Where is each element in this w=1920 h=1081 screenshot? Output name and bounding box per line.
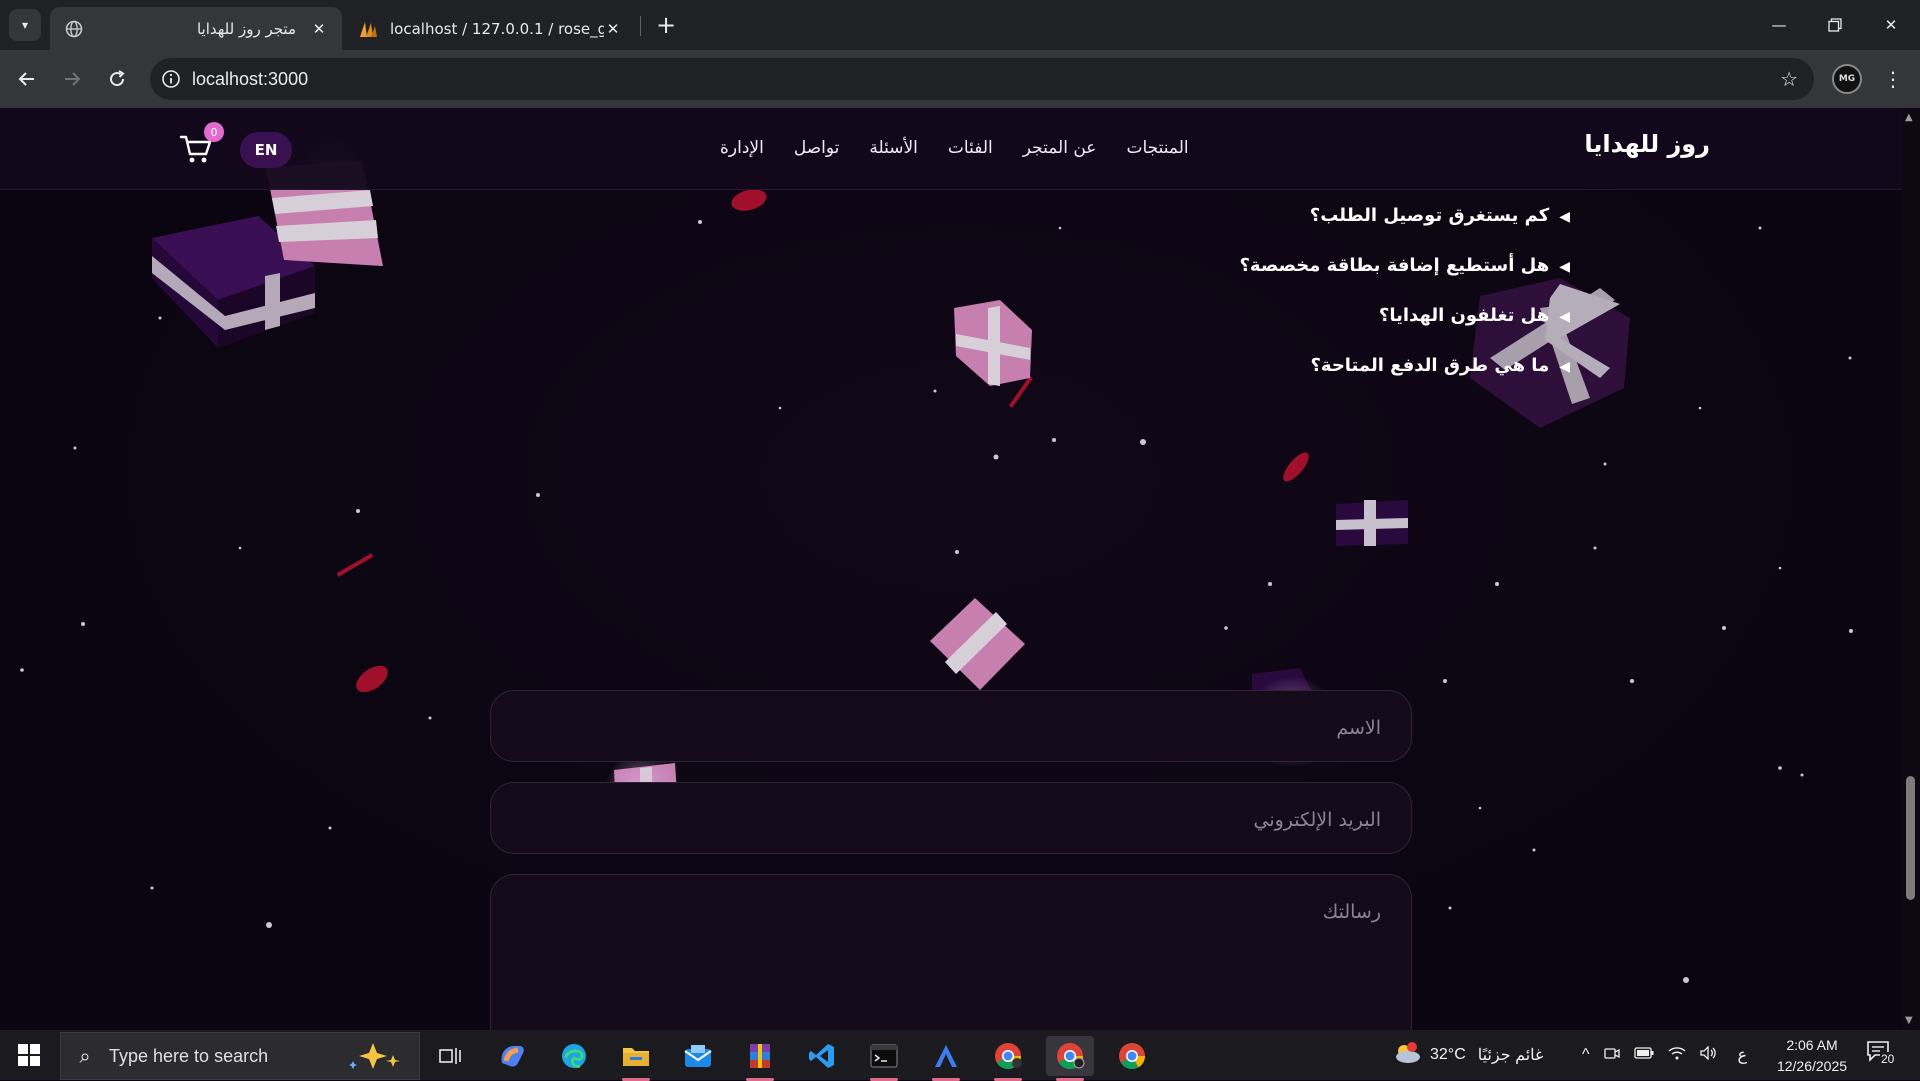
- clock-date: 12/26/2025: [1776, 1058, 1848, 1074]
- edge-icon[interactable]: [550, 1036, 598, 1076]
- windows-logo-icon: [18, 1044, 40, 1066]
- nav-contact[interactable]: تواصل: [794, 138, 840, 158]
- profile-avatar[interactable]: MG: [1832, 64, 1862, 94]
- caret-icon: ◀: [1559, 259, 1570, 275]
- reload-button[interactable]: [100, 62, 134, 96]
- vscode-icon[interactable]: [798, 1036, 846, 1076]
- battery-icon[interactable]: [1633, 1046, 1654, 1064]
- windows-start-button[interactable]: [0, 1030, 58, 1080]
- chrome-icon[interactable]: [1108, 1036, 1156, 1076]
- tab-phpmyadmin[interactable]: localhost / 127.0.0.1 / rose_gifts ✕: [344, 7, 636, 50]
- globe-icon: [64, 19, 84, 39]
- gift-box-pink-2: [954, 300, 1032, 386]
- main-nav: المنتجات عن المتجر الفئات الأسئلة تواصل …: [720, 138, 1189, 158]
- restore-button[interactable]: [1806, 0, 1864, 50]
- restore-icon: [1828, 18, 1842, 32]
- caret-icon: ◀: [1559, 309, 1570, 325]
- clock-time: 2:06 AM: [1786, 1037, 1838, 1053]
- site-logo[interactable]: روز للهدايا: [1584, 130, 1710, 158]
- minimize-button[interactable]: —: [1750, 0, 1808, 50]
- tab-search-button[interactable]: ▾: [9, 9, 41, 41]
- faq-list: ◀كم يستغرق توصيل الطلب؟ ◀هل أستطيع إضافة…: [1239, 204, 1570, 404]
- taskbar-clock[interactable]: 2:06 AM 12/26/2025: [1770, 1035, 1854, 1077]
- weather-text: غائم جزئيًا: [1477, 1047, 1544, 1064]
- language-toggle-button[interactable]: EN: [240, 132, 292, 168]
- page-scrollbar[interactable]: ▲ ▼: [1902, 108, 1920, 1030]
- task-view-icon[interactable]: [426, 1036, 474, 1076]
- windows-taskbar: ⌕ Type here to search 32°C غائم جزئيًا ^…: [0, 1030, 1920, 1081]
- a-app-icon[interactable]: [922, 1036, 970, 1081]
- faq-item[interactable]: ◀كم يستغرق توصيل الطلب؟: [1239, 204, 1570, 254]
- cart-count-badge: 0: [204, 122, 224, 142]
- tab-title: localhost / 127.0.0.1 / rose_gifts: [390, 19, 604, 38]
- chevron-up-icon[interactable]: ^: [1582, 1046, 1590, 1064]
- page-viewport: روز للهدايا المنتجات عن المتجر الفئات ال…: [0, 108, 1920, 1030]
- weather-temp: 32°C: [1430, 1046, 1466, 1063]
- browser-tab-strip: ▾ متجر روز للهدايا ✕ localhost / 127.0.0…: [0, 0, 1920, 50]
- tab-title: متجر روز للهدايا: [196, 19, 296, 38]
- url-text: localhost:3000: [192, 68, 309, 89]
- scroll-up-icon[interactable]: ▲: [1905, 112, 1913, 123]
- tab-separator: [640, 16, 641, 36]
- phpmyadmin-icon: [358, 19, 378, 39]
- back-button[interactable]: [10, 62, 44, 96]
- search-placeholder: Type here to search: [109, 1045, 269, 1066]
- address-bar[interactable]: localhost:3000 ☆: [150, 58, 1814, 100]
- new-tab-button[interactable]: +: [650, 9, 682, 41]
- weather-widget[interactable]: 32°C غائم جزئيًا: [1392, 1030, 1543, 1080]
- faq-item[interactable]: ◀ما هي طرق الدفع المتاحة؟: [1239, 354, 1570, 404]
- chrome-profile-1-icon[interactable]: [984, 1036, 1032, 1081]
- winrar-icon[interactable]: [736, 1036, 784, 1081]
- nav-admin[interactable]: الإدارة: [720, 138, 764, 158]
- browser-menu-icon[interactable]: ⋮: [1878, 62, 1908, 96]
- site-info-icon[interactable]: [150, 69, 192, 89]
- browser-toolbar: localhost:3000 ☆ MG ⋮: [0, 50, 1920, 108]
- gift-box-pink-3: [930, 598, 1025, 690]
- search-icon: ⌕: [79, 1044, 91, 1068]
- nav-about[interactable]: عن المتجر: [1023, 138, 1097, 158]
- mail-icon[interactable]: [674, 1036, 722, 1076]
- tab-store[interactable]: متجر روز للهدايا ✕: [50, 7, 342, 50]
- scroll-down-icon[interactable]: ▼: [1905, 1015, 1913, 1026]
- caret-icon: ◀: [1559, 209, 1570, 225]
- caret-icon: ◀: [1559, 359, 1570, 375]
- volume-icon[interactable]: [1699, 1044, 1718, 1065]
- arrow-right-icon: [65, 72, 81, 86]
- nav-categories[interactable]: الفئات: [948, 138, 993, 158]
- rose-petals: [336, 189, 1309, 693]
- nav-faq[interactable]: الأسئلة: [869, 138, 918, 158]
- close-icon[interactable]: ✕: [604, 20, 622, 38]
- notification-center-button[interactable]: 20: [1866, 1040, 1902, 1070]
- copilot-icon[interactable]: [488, 1036, 536, 1076]
- wifi-icon[interactable]: [1668, 1046, 1686, 1065]
- gift-box-purple-2: [1336, 500, 1408, 546]
- copilot-sparkle-icon: [345, 1041, 405, 1075]
- chrome-profile-2-icon[interactable]: [1046, 1036, 1094, 1081]
- taskbar-search-box[interactable]: ⌕ Type here to search: [60, 1032, 420, 1080]
- faq-item[interactable]: ◀هل أستطيع إضافة بطاقة مخصصة؟: [1239, 254, 1570, 304]
- nav-products[interactable]: المنتجات: [1126, 138, 1188, 158]
- file-explorer-icon[interactable]: [612, 1036, 660, 1081]
- scrollbar-thumb[interactable]: [1906, 776, 1915, 900]
- arrow-left-icon: [18, 72, 34, 86]
- bookmark-star-icon[interactable]: ☆: [1780, 67, 1798, 91]
- site-header: روز للهدايا المنتجات عن المتجر الفئات ال…: [0, 108, 1902, 190]
- name-field[interactable]: الاسم: [490, 690, 1412, 762]
- reload-icon: [110, 70, 125, 87]
- weather-cloud-icon: [1392, 1041, 1422, 1070]
- faq-item[interactable]: ◀هل تغلفون الهدايا؟: [1239, 304, 1570, 354]
- notification-count: 20: [1880, 1052, 1896, 1066]
- system-tray: ^ ع: [1582, 1030, 1747, 1080]
- close-icon[interactable]: ✕: [310, 20, 328, 38]
- contact-form: الاسم البريد الإلكتروني رسالتك: [490, 690, 1412, 1030]
- message-field[interactable]: رسالتك: [490, 874, 1412, 1030]
- close-window-button[interactable]: ✕: [1862, 0, 1920, 50]
- email-field[interactable]: البريد الإلكتروني: [490, 782, 1412, 854]
- terminal-icon[interactable]: [860, 1036, 908, 1081]
- forward-button[interactable]: [55, 62, 89, 96]
- camera-icon[interactable]: [1603, 1046, 1620, 1065]
- input-language[interactable]: ع: [1738, 1045, 1748, 1065]
